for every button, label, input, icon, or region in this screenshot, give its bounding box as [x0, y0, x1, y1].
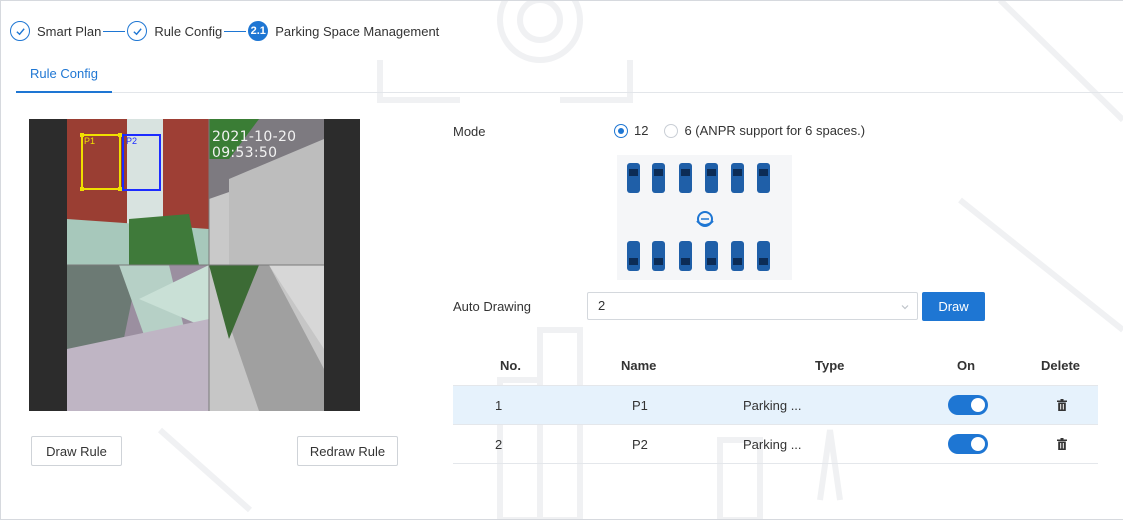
step-parking-space-management[interactable]: 2.1 Parking Space Management	[248, 21, 439, 41]
chevron-down-icon	[901, 305, 909, 310]
auto-drawing-select[interactable]: 2	[587, 292, 918, 320]
row-delete	[1057, 386, 1067, 424]
zone-label-p1: P1	[84, 136, 96, 146]
step-label: Rule Config	[154, 23, 223, 39]
zone-label-p2: P2	[126, 136, 138, 146]
wizard-steps: Smart Plan Rule Config 2.1 Parking Space…	[10, 19, 439, 43]
row-type: Parking ...	[743, 436, 802, 452]
row-type: Parking ...	[743, 397, 802, 413]
tab-bar: Rule Config	[16, 60, 1123, 93]
step-rule-config[interactable]: Rule Config	[127, 21, 222, 41]
check-icon	[127, 21, 148, 41]
video-preview[interactable]: P1 P2 2021-10-20 09:53:50	[29, 119, 360, 411]
trash-icon[interactable]	[1057, 438, 1067, 450]
enable-toggle[interactable]	[948, 395, 988, 415]
step-connector	[224, 30, 247, 32]
step-label: Smart Plan	[37, 23, 102, 39]
step-connector	[103, 30, 126, 32]
step-label: Parking Space Management	[275, 23, 440, 39]
parking-layout-illustration	[617, 155, 792, 280]
tab-rule-config[interactable]: Rule Config	[16, 60, 112, 93]
parking-space-table: No. Name Type On Delete 1 P1 Parking ...…	[453, 346, 1098, 464]
draw-rule-button[interactable]: Draw Rule	[31, 436, 122, 466]
mode-option-label: 6 (ANPR support for 6 spaces.)	[684, 123, 866, 138]
mode-radio-group: 12 6 (ANPR support for 6 spaces.)	[614, 123, 881, 138]
check-icon	[10, 21, 30, 41]
auto-drawing-value: 2	[598, 298, 606, 313]
mode-label: Mode	[453, 124, 486, 139]
redraw-rule-button[interactable]: Redraw Rule	[297, 436, 398, 466]
table-row[interactable]: 2 P2 Parking ...	[453, 425, 1098, 464]
row-on	[948, 386, 988, 424]
trash-icon[interactable]	[1057, 399, 1067, 411]
header-delete: Delete	[1041, 358, 1081, 373]
header-type: Type	[815, 358, 845, 373]
video-timestamp: 2021-10-20 09:53:50	[212, 129, 297, 161]
table-row[interactable]: 1 P1 Parking ...	[453, 386, 1098, 425]
header-no: No.	[500, 358, 521, 373]
row-delete	[1057, 425, 1067, 463]
step-smart-plan[interactable]: Smart Plan	[10, 21, 101, 41]
draw-button[interactable]: Draw	[922, 292, 985, 321]
header-name: Name	[621, 358, 657, 373]
row-name: P2	[632, 436, 648, 452]
mode-6-radio[interactable]	[664, 123, 679, 138]
video-frame-image	[29, 119, 360, 411]
step-number-badge: 2.1	[248, 21, 269, 41]
row-name: P1	[632, 397, 648, 413]
row-no: 1	[495, 397, 503, 413]
header-on: On	[957, 358, 976, 373]
row-on	[948, 425, 988, 463]
enable-toggle[interactable]	[948, 434, 988, 454]
row-no: 2	[495, 436, 503, 452]
mode-option-label: 12	[634, 123, 649, 138]
auto-drawing-label: Auto Drawing	[453, 299, 532, 314]
table-header-row: No. Name Type On Delete	[453, 346, 1098, 386]
mode-12-radio[interactable]	[614, 123, 628, 138]
